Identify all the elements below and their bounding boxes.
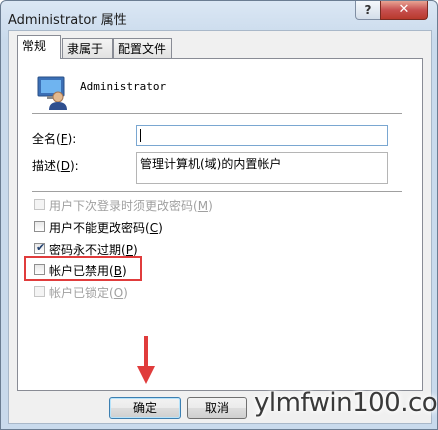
username-label: Administrator [80, 80, 167, 93]
dialog-client-area: 常规 隶属于 配置文件 Administrator 全名(F): 描述(D): … [8, 30, 432, 424]
must-change-password-label: 用户下次登录时须更改密码(M) [49, 199, 213, 213]
description-label: 描述(D): [32, 159, 79, 173]
general-tab-panel: Administrator 全名(F): 描述(D): 管理计算机(域)的内置帐… [17, 58, 423, 391]
tab-general[interactable]: 常规 [17, 35, 61, 59]
tab-profile[interactable]: 配置文件 [113, 38, 172, 58]
cannot-change-password-label: 用户不能更改密码(C) [49, 221, 163, 235]
fullname-input[interactable] [136, 125, 388, 146]
window-title: Administrator 属性 [8, 13, 127, 28]
separator [32, 191, 402, 192]
account-locked-label: 帐户已锁定(O) [49, 286, 128, 300]
properties-window: Administrator 属性 ? ✕ 常规 隶属于 配置文件 Adminis… [0, 0, 438, 430]
help-button[interactable]: ? [355, 1, 381, 20]
user-avatar-icon [37, 76, 67, 110]
arrow-down-icon [137, 336, 155, 384]
must-change-password-checkbox[interactable] [34, 199, 45, 210]
cannot-change-password-checkbox[interactable] [34, 221, 45, 232]
tab-member-of[interactable]: 隶属于 [62, 38, 113, 58]
cancel-button[interactable]: 取消 [187, 397, 247, 419]
account-disabled-checkbox[interactable] [34, 264, 45, 275]
account-disabled-label: 帐户已禁用(B) [49, 264, 127, 278]
account-locked-checkbox[interactable] [34, 286, 45, 297]
description-input[interactable]: 管理计算机(域)的内置帐户 [136, 152, 388, 184]
watermark: ylmfwin100.com [254, 388, 438, 418]
checkmark-icon: ✔ [36, 241, 46, 254]
password-never-expires-checkbox[interactable]: ✔ [34, 241, 46, 254]
close-button[interactable]: ✕ [380, 1, 428, 20]
separator [32, 113, 402, 114]
fullname-label: 全名(F): [32, 132, 77, 146]
text-cursor [140, 129, 141, 142]
ok-button[interactable]: 确定 [109, 397, 181, 419]
